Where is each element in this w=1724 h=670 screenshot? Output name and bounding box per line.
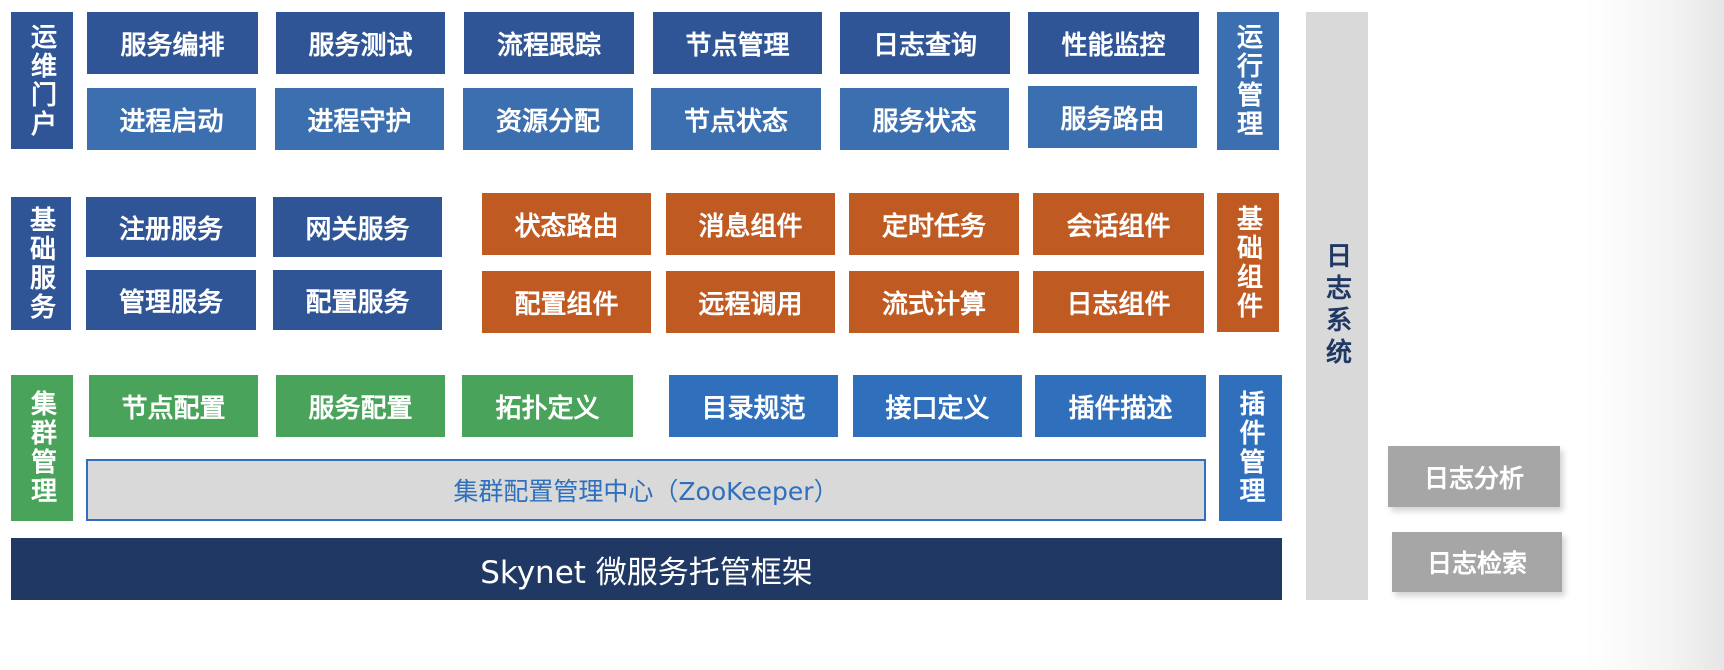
ops-item-service-orchestration: 服务编排 xyxy=(87,12,258,74)
component-logging: 日志组件 xyxy=(1033,271,1204,333)
ops-item-node-management: 节点管理 xyxy=(653,12,822,74)
component-stream-computing: 流式计算 xyxy=(849,271,1019,333)
component-session: 会话组件 xyxy=(1033,193,1204,255)
ops-item-log-query: 日志查询 xyxy=(840,12,1010,74)
log-search-box: 日志检索 xyxy=(1392,532,1562,592)
runtime-management-label: 运行管理 xyxy=(1217,12,1279,150)
ops-item-process-start: 进程启动 xyxy=(87,88,256,150)
component-scheduled-tasks: 定时任务 xyxy=(849,193,1019,255)
cluster-node-config: 节点配置 xyxy=(89,375,258,437)
ops-item-node-status: 节点状态 xyxy=(651,88,821,150)
base-components-label: 基础组件 xyxy=(1217,193,1279,332)
component-state-routing: 状态路由 xyxy=(482,193,651,255)
cluster-management-label: 集群管理 xyxy=(11,375,73,521)
configuration-service: 配置服务 xyxy=(273,270,442,330)
base-services-label: 基础服务 xyxy=(11,197,71,330)
management-service: 管理服务 xyxy=(86,270,256,330)
cluster-service-config: 服务配置 xyxy=(276,375,445,437)
ops-item-process-guard: 进程守护 xyxy=(275,88,444,150)
component-messaging: 消息组件 xyxy=(666,193,835,255)
component-config: 配置组件 xyxy=(482,271,651,333)
ops-item-service-testing: 服务测试 xyxy=(276,12,445,74)
plugin-directory-spec: 目录规范 xyxy=(669,375,838,437)
plugin-description: 插件描述 xyxy=(1035,375,1206,437)
skynet-framework-bar: Skynet 微服务托管框架 xyxy=(11,538,1282,600)
zookeeper-config-center: 集群配置管理中心（ZooKeeper） xyxy=(86,459,1206,521)
ops-item-service-routing: 服务路由 xyxy=(1028,86,1197,148)
component-remote-call: 远程调用 xyxy=(666,271,835,333)
cluster-topology-definition: 拓扑定义 xyxy=(462,375,633,437)
gateway-service: 网关服务 xyxy=(273,197,442,257)
log-system-column: 日志系统 xyxy=(1306,12,1368,600)
ops-portal-label: 运维门户 xyxy=(11,12,73,149)
plugin-management-label: 插件管理 xyxy=(1219,375,1282,521)
plugin-interface-definition: 接口定义 xyxy=(853,375,1022,437)
ops-item-resource-allocation: 资源分配 xyxy=(463,88,633,150)
ops-item-process-tracking: 流程跟踪 xyxy=(464,12,634,74)
ops-item-performance-monitoring: 性能监控 xyxy=(1028,12,1199,74)
right-edge-shading xyxy=(1585,0,1724,670)
ops-item-service-status: 服务状态 xyxy=(840,88,1009,150)
log-analysis-box: 日志分析 xyxy=(1388,446,1560,507)
service-registration: 注册服务 xyxy=(86,197,256,257)
